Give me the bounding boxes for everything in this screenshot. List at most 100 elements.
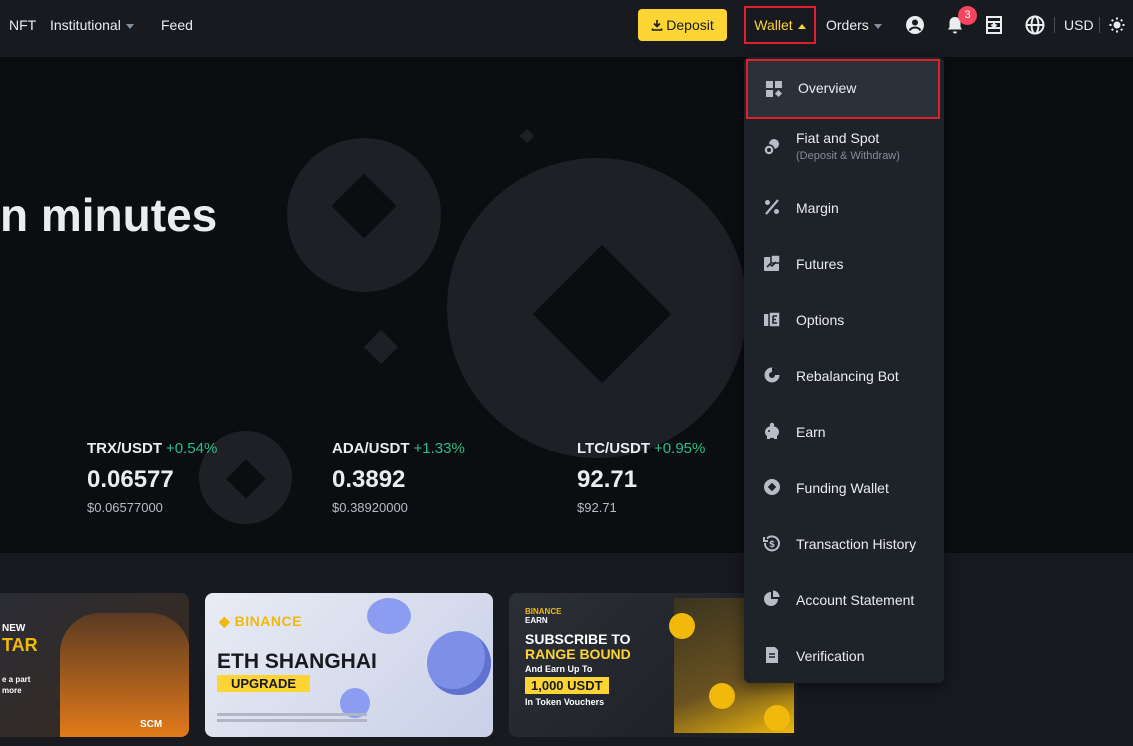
nav-institutional-label: Institutional <box>50 17 121 33</box>
menu-item-overview[interactable]: Overview <box>746 59 940 119</box>
nav-wallet[interactable]: Wallet <box>744 6 816 44</box>
download-icon <box>651 20 663 31</box>
promo-banner-row: NEW TAR e a part more SCM ◆ BINANCE ETH … <box>0 553 1133 746</box>
menu-item-label: Overview <box>798 80 857 96</box>
players-image <box>60 613 189 737</box>
promo-banner-eth-shanghai[interactable]: ◆ BINANCE ETH SHANGHAI UPGRADE <box>205 593 493 737</box>
menu-item-transaction-history[interactable]: $ Transaction History <box>744 515 944 571</box>
gold-coin-decoration <box>764 705 790 731</box>
menu-item-label: Funding Wallet <box>796 480 889 496</box>
brand-label: BINANCE <box>234 613 302 629</box>
notification-badge: 3 <box>958 6 977 25</box>
funding-icon <box>764 479 780 495</box>
nav-institutional[interactable]: Institutional <box>50 0 134 50</box>
ticker-usd-value: $0.06577000 <box>87 500 163 515</box>
menu-item-label: Margin <box>796 200 839 216</box>
menu-item-label: Earn <box>796 424 826 440</box>
menu-item-fiat-and-spot[interactable]: Fiat and Spot (Deposit & Withdraw) <box>744 117 944 187</box>
nav-orders-label: Orders <box>826 17 869 33</box>
menu-item-label: Futures <box>796 256 844 272</box>
ticker-card[interactable]: TRX/USDT +0.54% 0.06577 $0.06577000 <box>87 440 217 515</box>
menu-item-account-statement[interactable]: Account Statement <box>744 571 944 627</box>
nav-orders[interactable]: Orders <box>826 0 882 50</box>
currency-selector[interactable]: USD <box>1064 0 1094 50</box>
eth-coin-decoration <box>367 598 411 634</box>
ticker-change: +1.33% <box>413 440 465 457</box>
menu-item-futures[interactable]: Futures <box>744 235 944 291</box>
bot-icon <box>764 367 780 383</box>
ticker-usd-value: $92.71 <box>577 500 617 515</box>
percent-icon <box>765 199 779 215</box>
binance-earn-logo: BINANCE EARN <box>525 607 561 625</box>
nav-wallet-label: Wallet <box>754 17 793 33</box>
banner-text: TAR <box>2 635 38 655</box>
banner-headline-accent: RANGE BOUND <box>525 646 631 662</box>
menu-item-funding-wallet[interactable]: Funding Wallet <box>744 459 944 515</box>
diamond-logo-icon: ◆ <box>219 613 235 629</box>
nav-feed[interactable]: Feed <box>161 0 193 50</box>
diamond-decoration <box>519 128 535 144</box>
divider <box>1054 17 1055 33</box>
download-app-icon[interactable] <box>982 13 1006 37</box>
banner-headline: ETH SHANGHAI <box>217 650 377 673</box>
ticker-card[interactable]: ADA/USDT +1.33% 0.3892 $0.38920000 <box>332 440 465 515</box>
chevron-down-icon <box>873 23 882 29</box>
user-icon[interactable] <box>903 13 927 37</box>
diamond-decoration <box>364 330 398 364</box>
wallet-dropdown-menu: Overview Fiat and Spot (Deposit & Withdr… <box>744 57 944 683</box>
ticker-change: +0.54% <box>166 440 218 457</box>
menu-item-label: Rebalancing Bot <box>796 368 899 384</box>
document-icon <box>766 647 778 663</box>
ticker-pair: LTC/USDT <box>577 440 651 457</box>
deposit-button[interactable]: Deposit <box>638 9 727 41</box>
menu-item-options[interactable]: Options <box>744 291 944 347</box>
nav-nft[interactable]: NFT <box>9 0 36 50</box>
hero-title: n minutes <box>0 189 218 241</box>
ticker-price: 0.06577 <box>87 466 174 493</box>
banner-text: In Token Vouchers <box>525 697 605 707</box>
menu-item-earn[interactable]: Earn <box>744 403 944 459</box>
brand-label: BINANCE <box>525 607 562 616</box>
brand-sub-label: EARN <box>525 616 548 625</box>
banner-text: more <box>2 686 22 695</box>
banner-headline: SUBSCRIBE TO <box>525 631 631 647</box>
eth-coin-decoration <box>427 631 491 695</box>
grid-icon <box>766 81 783 98</box>
menu-item-verification[interactable]: Verification <box>744 627 944 683</box>
ticker-card[interactable]: LTC/USDT +0.95% 92.71 $92.71 <box>577 440 705 515</box>
banner-amount: 1,000 USDT <box>525 677 609 694</box>
ticker-change: +0.95% <box>654 440 706 457</box>
gold-coin-decoration <box>669 613 695 639</box>
theme-toggle-icon[interactable] <box>1105 13 1129 37</box>
ticker-price: 0.3892 <box>332 466 406 493</box>
banner-text: e a part <box>2 675 31 684</box>
svg-text:$: $ <box>769 540 775 550</box>
sponsor-logo: SCM <box>140 719 163 730</box>
banner-text: And Earn Up To <box>525 664 593 674</box>
top-navbar: NFT Institutional Feed Deposit Wallet Or… <box>0 0 1133 50</box>
banner-tag: UPGRADE <box>217 675 311 692</box>
piggy-icon <box>765 422 779 439</box>
binance-logo: ◆ BINANCE <box>219 613 302 630</box>
promo-banner-football[interactable]: NEW TAR e a part more SCM <box>0 593 189 737</box>
menu-item-label: Transaction History <box>796 536 917 552</box>
fiat-spot-icon <box>763 139 779 156</box>
history-icon: $ <box>763 535 780 552</box>
deposit-label: Deposit <box>666 17 714 33</box>
divider <box>1099 17 1100 33</box>
futures-icon <box>764 254 781 271</box>
gold-coin-decoration <box>709 683 735 709</box>
menu-item-margin[interactable]: Margin <box>744 179 944 235</box>
menu-item-label: Verification <box>796 648 865 664</box>
menu-item-sublabel: (Deposit & Withdraw) <box>796 150 900 162</box>
ticker-pair: ADA/USDT <box>332 440 410 457</box>
ticker-price: 92.71 <box>577 466 638 493</box>
chevron-down-icon <box>125 23 134 29</box>
hero-section: n minutes TRX/USDT +0.54% 0.06577 $0.0657… <box>0 57 1133 553</box>
menu-item-rebalancing-bot[interactable]: Rebalancing Bot <box>744 347 944 403</box>
ticker-usd-value: $0.38920000 <box>332 500 408 515</box>
ticker-pair: TRX/USDT <box>87 440 162 457</box>
banner-text: NEW <box>2 623 26 634</box>
menu-item-label: Account Statement <box>796 592 915 608</box>
globe-icon[interactable] <box>1023 13 1047 37</box>
